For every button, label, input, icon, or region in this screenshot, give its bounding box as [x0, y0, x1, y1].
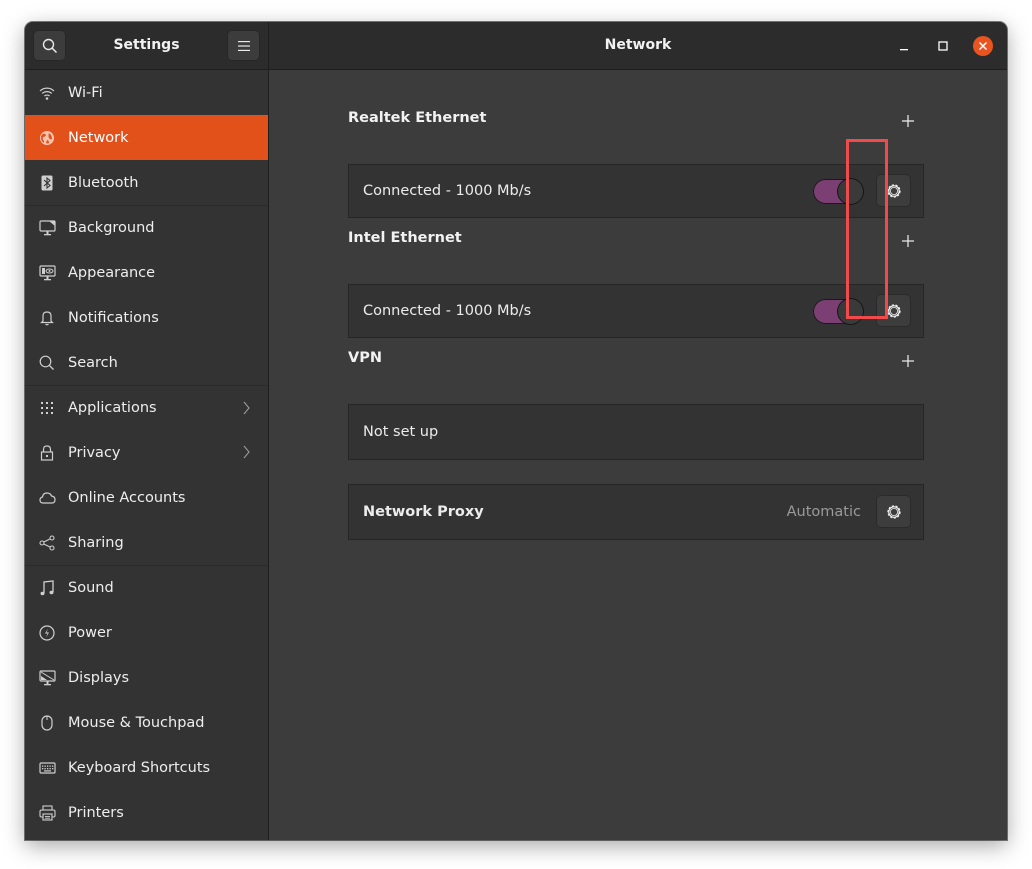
display-icon — [38, 669, 56, 687]
hamburger-menu-icon — [237, 40, 250, 51]
vpn-status: Not set up — [363, 424, 439, 440]
sidebar-item-label: Search — [68, 354, 118, 371]
keyboard-icon — [38, 759, 56, 777]
network-proxy-label: Network Proxy — [363, 504, 484, 520]
plus-icon — [902, 115, 914, 127]
grid-icon — [38, 399, 56, 417]
gear-icon — [886, 303, 901, 318]
sidebar-item-label: Displays — [68, 669, 130, 686]
sidebar-item-label: Bluetooth — [68, 174, 139, 191]
sidebar-item-label: Sound — [68, 580, 114, 596]
sidebar-item-bluetooth[interactable]: Bluetooth — [25, 160, 268, 205]
sidebar-title: Settings — [113, 37, 180, 53]
sidebar-item-displays[interactable]: Displays — [25, 655, 268, 700]
sidebar-item-label: Notifications — [68, 309, 159, 326]
section-title-intel-ethernet: Intel Ethernet — [348, 230, 462, 246]
network-globe-icon — [38, 129, 56, 147]
chevron-right-icon — [243, 445, 250, 463]
background-icon — [38, 219, 56, 237]
gear-icon — [886, 183, 901, 198]
network-proxy-settings-button[interactable] — [876, 495, 911, 528]
intel-ethernet-toggle[interactable] — [813, 299, 863, 324]
sidebar-item-label: Network — [68, 129, 129, 146]
sidebar: Wi-Fi Network Bluetooth Background Appea… — [25, 70, 269, 840]
maximize-icon — [938, 41, 948, 51]
sidebar-item-label: Background — [68, 220, 155, 236]
main-menu-button[interactable] — [227, 30, 260, 61]
sidebar-item-sharing[interactable]: Sharing — [25, 520, 268, 565]
network-proxy-row[interactable]: Network Proxy Automatic — [348, 484, 924, 540]
header-bar: Settings Network — [25, 22, 1007, 70]
sidebar-item-label: Wi-Fi — [68, 84, 103, 101]
sidebar-item-power[interactable]: Power — [25, 610, 268, 655]
sidebar-item-sound[interactable]: Sound — [25, 565, 268, 610]
section-title-realtek-ethernet: Realtek Ethernet — [348, 110, 487, 126]
sidebar-item-notifications[interactable]: Notifications — [25, 295, 268, 340]
share-icon — [38, 534, 56, 552]
sidebar-item-applications[interactable]: Applications — [25, 385, 268, 430]
maximize-button[interactable] — [933, 36, 953, 56]
add-realtek-connection-button[interactable] — [901, 113, 915, 127]
close-button[interactable] — [973, 36, 993, 56]
plus-icon — [902, 235, 914, 247]
music-note-icon — [38, 579, 56, 597]
appearance-icon — [38, 264, 56, 282]
sidebar-header: Settings — [25, 22, 269, 69]
close-icon — [978, 41, 988, 51]
search-button[interactable] — [33, 30, 66, 61]
section-title-vpn: VPN — [348, 350, 382, 366]
minimize-button[interactable] — [894, 36, 914, 56]
vpn-row: Not set up — [348, 404, 924, 460]
power-icon — [38, 624, 56, 642]
search-icon — [42, 38, 57, 53]
sidebar-item-label: Online Accounts — [68, 489, 186, 506]
sidebar-item-appearance[interactable]: Appearance — [25, 250, 268, 295]
sidebar-item-label: Keyboard Shortcuts — [68, 759, 211, 776]
realtek-connection-status: Connected - 1000 Mb/s — [363, 183, 532, 199]
sidebar-item-online-accounts[interactable]: Online Accounts — [25, 475, 268, 520]
intel-connection-status: Connected - 1000 Mb/s — [363, 303, 532, 319]
add-intel-connection-button[interactable] — [901, 233, 915, 247]
gear-icon — [886, 504, 901, 519]
network-panel: Realtek Ethernet Connected - 1000 Mb/s I… — [269, 70, 1007, 840]
sidebar-item-label: Mouse & Touchpad — [68, 714, 205, 731]
sidebar-item-label: Sharing — [68, 534, 124, 551]
cloud-icon — [38, 489, 56, 507]
sidebar-item-mouse-touchpad[interactable]: Mouse & Touchpad — [25, 700, 268, 745]
network-proxy-status: Automatic — [786, 504, 861, 520]
bluetooth-icon — [38, 174, 56, 192]
sidebar-item-wifi[interactable]: Wi-Fi — [25, 70, 268, 115]
realtek-ethernet-toggle[interactable] — [813, 179, 863, 204]
sidebar-item-printers[interactable]: Printers — [25, 790, 268, 835]
chevron-right-icon — [243, 401, 250, 419]
bell-icon — [38, 309, 56, 327]
realtek-ethernet-row: Connected - 1000 Mb/s — [348, 164, 924, 218]
sidebar-item-keyboard-shortcuts[interactable]: Keyboard Shortcuts — [25, 745, 268, 790]
realtek-settings-button[interactable] — [876, 174, 911, 207]
settings-window: Settings Network Wi-Fi Network Bluetooth… — [25, 22, 1007, 840]
minimize-icon — [900, 49, 908, 51]
mouse-icon — [38, 714, 56, 732]
sidebar-item-label: Printers — [68, 804, 124, 821]
sidebar-item-network[interactable]: Network — [25, 115, 268, 160]
sidebar-item-background[interactable]: Background — [25, 205, 268, 250]
sidebar-item-search[interactable]: Search — [25, 340, 268, 385]
sidebar-item-label: Appearance — [68, 264, 156, 281]
add-vpn-button[interactable] — [901, 353, 915, 367]
wifi-icon — [38, 84, 56, 102]
sidebar-item-label: Applications — [68, 400, 157, 416]
sidebar-item-label: Power — [68, 624, 112, 641]
search-icon — [38, 354, 56, 372]
intel-settings-button[interactable] — [876, 294, 911, 327]
printer-icon — [38, 804, 56, 822]
lock-icon — [38, 444, 56, 462]
sidebar-item-privacy[interactable]: Privacy — [25, 430, 268, 475]
intel-ethernet-row: Connected - 1000 Mb/s — [348, 284, 924, 338]
plus-icon — [902, 355, 914, 367]
sidebar-item-label: Privacy — [68, 444, 121, 461]
